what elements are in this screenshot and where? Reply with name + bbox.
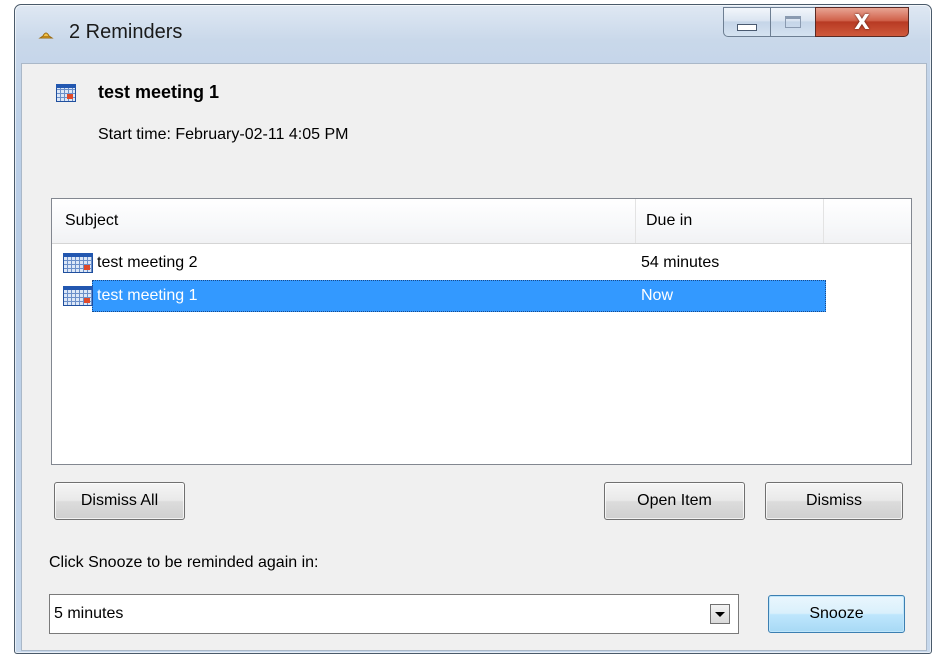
close-icon: X — [854, 10, 870, 34]
column-header-due-in[interactable]: Due in — [636, 199, 824, 243]
row-due-in: 54 minutes — [641, 254, 720, 271]
column-header-blank — [824, 199, 911, 243]
reminders-window: 2 Reminders X test meeting 1 Start time:… — [14, 4, 932, 654]
close-button[interactable]: X — [815, 7, 909, 37]
calendar-icon — [63, 286, 93, 306]
minimize-icon — [737, 23, 757, 31]
table-row[interactable]: test meeting 2 54 minutes — [52, 247, 826, 279]
reminders-client-area: test meeting 1 Start time: February-02-1… — [21, 63, 927, 651]
row-subject: test meeting 2 — [97, 254, 198, 271]
window-title: 2 Reminders — [69, 21, 183, 43]
snooze-label: Click Snooze to be reminded again in: — [49, 554, 319, 571]
dropdown-button[interactable] — [710, 604, 730, 624]
dismiss-all-button[interactable]: Dismiss All — [54, 482, 185, 520]
table-row-selected[interactable]: test meeting 1 Now — [52, 280, 826, 312]
calendar-icon — [56, 84, 76, 102]
row-due-in: Now — [641, 287, 674, 304]
row-subject: test meeting 1 — [97, 287, 198, 304]
calendar-icon — [63, 253, 93, 273]
snooze-interval-select[interactable]: 5 minutes — [49, 594, 739, 634]
dismiss-button[interactable]: Dismiss — [765, 482, 903, 520]
maximize-icon — [785, 16, 801, 28]
open-item-button[interactable]: Open Item — [604, 482, 745, 520]
reminders-list[interactable]: Subject Due in test meeting 2 54 minutes… — [51, 198, 912, 465]
maximize-button[interactable] — [770, 7, 816, 37]
snooze-button[interactable]: Snooze — [768, 595, 905, 633]
snooze-interval-value: 5 minutes — [54, 605, 124, 622]
list-header: Subject Due in — [52, 199, 911, 244]
current-reminder-subject: test meeting 1 — [98, 82, 220, 102]
minimize-button[interactable] — [723, 7, 771, 37]
chevron-down-icon — [715, 611, 725, 617]
title-bar[interactable]: 2 Reminders X — [15, 5, 931, 55]
bell-icon — [38, 32, 54, 39]
column-header-subject[interactable]: Subject — [52, 199, 636, 243]
current-reminder-start-time: Start time: February-02-11 4:05 PM — [98, 126, 349, 143]
